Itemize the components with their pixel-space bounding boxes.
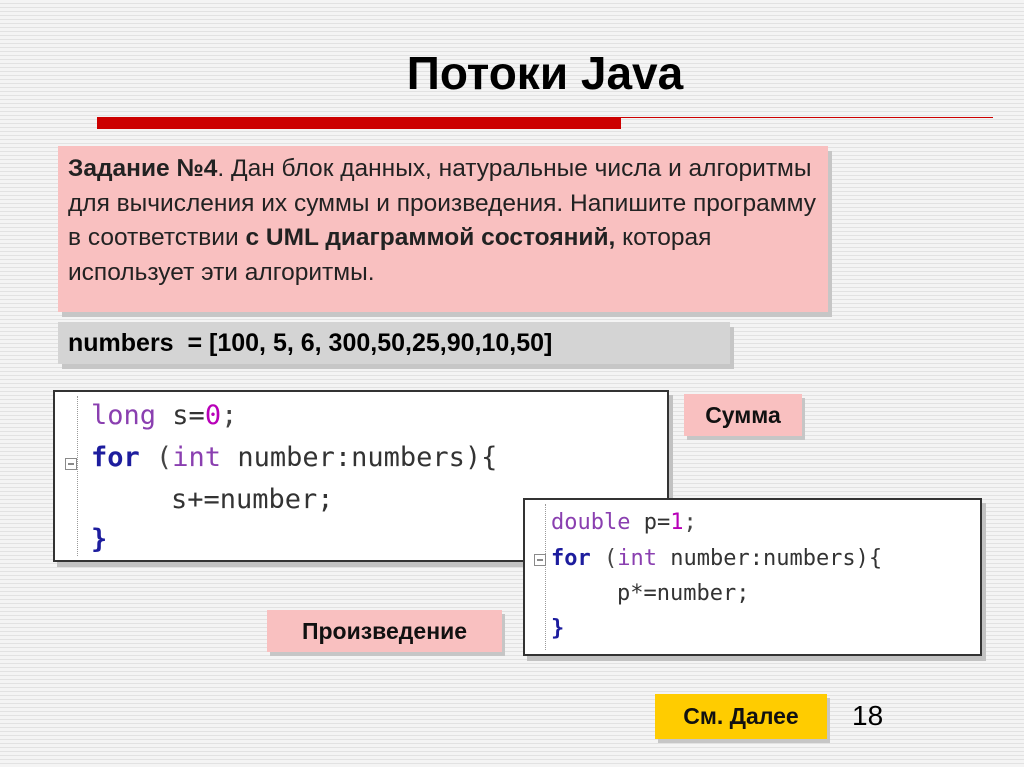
title-underline-thin	[621, 117, 993, 118]
numbers-array: numbers = [100, 5, 6, 300,50,25,90,10,50…	[58, 322, 730, 364]
code-line: long s=0;	[91, 400, 238, 431]
code-line: }	[91, 524, 108, 555]
code-line: for (int number:numbers){	[91, 442, 498, 473]
code-line: for (int number:numbers){	[551, 546, 883, 571]
task-bold-text: с UML диаграммой состояний,	[245, 224, 616, 251]
page-number: 18	[852, 700, 884, 731]
fold-collapse-icon[interactable]	[534, 554, 546, 566]
product-label: Произведение	[267, 610, 502, 652]
code-block-product: double p=1; for (int number:numbers){ p*…	[523, 498, 982, 656]
fold-guide-line	[77, 396, 78, 556]
fold-collapse-icon[interactable]	[65, 458, 77, 470]
see-next-button[interactable]: См. Далее	[655, 694, 827, 739]
task-box: Задание №4. Дан блок данных, натуральные…	[58, 146, 828, 312]
code-line: s+=number;	[171, 484, 334, 515]
sum-label: Сумма	[684, 394, 802, 436]
code-line: p*=number;	[617, 581, 750, 606]
fold-guide-line	[545, 504, 546, 650]
slide-title: Потоки Java	[406, 47, 684, 99]
code-line: double p=1;	[551, 510, 697, 535]
title-underline-thick	[97, 117, 621, 129]
task-label: Задание №4	[68, 155, 218, 182]
code-line: }	[551, 616, 565, 641]
